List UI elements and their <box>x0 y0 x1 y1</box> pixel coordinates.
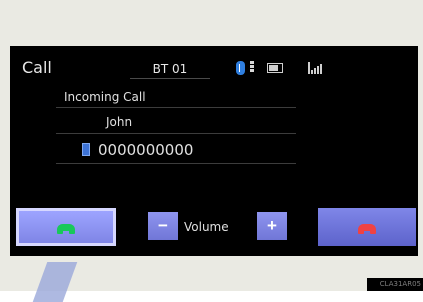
signal-bars-icon <box>250 61 254 75</box>
bluetooth-device-name: BT 01 <box>130 62 210 79</box>
accept-call-button[interactable] <box>16 208 116 246</box>
call-status: Incoming Call <box>56 86 296 108</box>
screen-title: Call <box>22 58 52 77</box>
end-call-button[interactable] <box>318 208 416 246</box>
accept-call-icon <box>57 223 75 234</box>
volume-down-button[interactable]: − <box>148 212 178 240</box>
battery-icon <box>267 63 283 73</box>
image-code: CLA31AR05 <box>367 278 423 291</box>
caller-name: John <box>56 110 296 134</box>
mobile-phone-icon <box>82 143 90 156</box>
volume-label: Volume <box>184 220 229 234</box>
end-call-icon <box>358 223 376 234</box>
status-icons <box>236 60 283 76</box>
volume-up-button[interactable]: + <box>257 212 287 240</box>
bluetooth-icon <box>236 61 245 75</box>
signal-strength-icon <box>308 62 324 74</box>
caller-number: 0000000000 <box>98 141 194 159</box>
caller-number-row: 0000000000 <box>56 136 296 164</box>
